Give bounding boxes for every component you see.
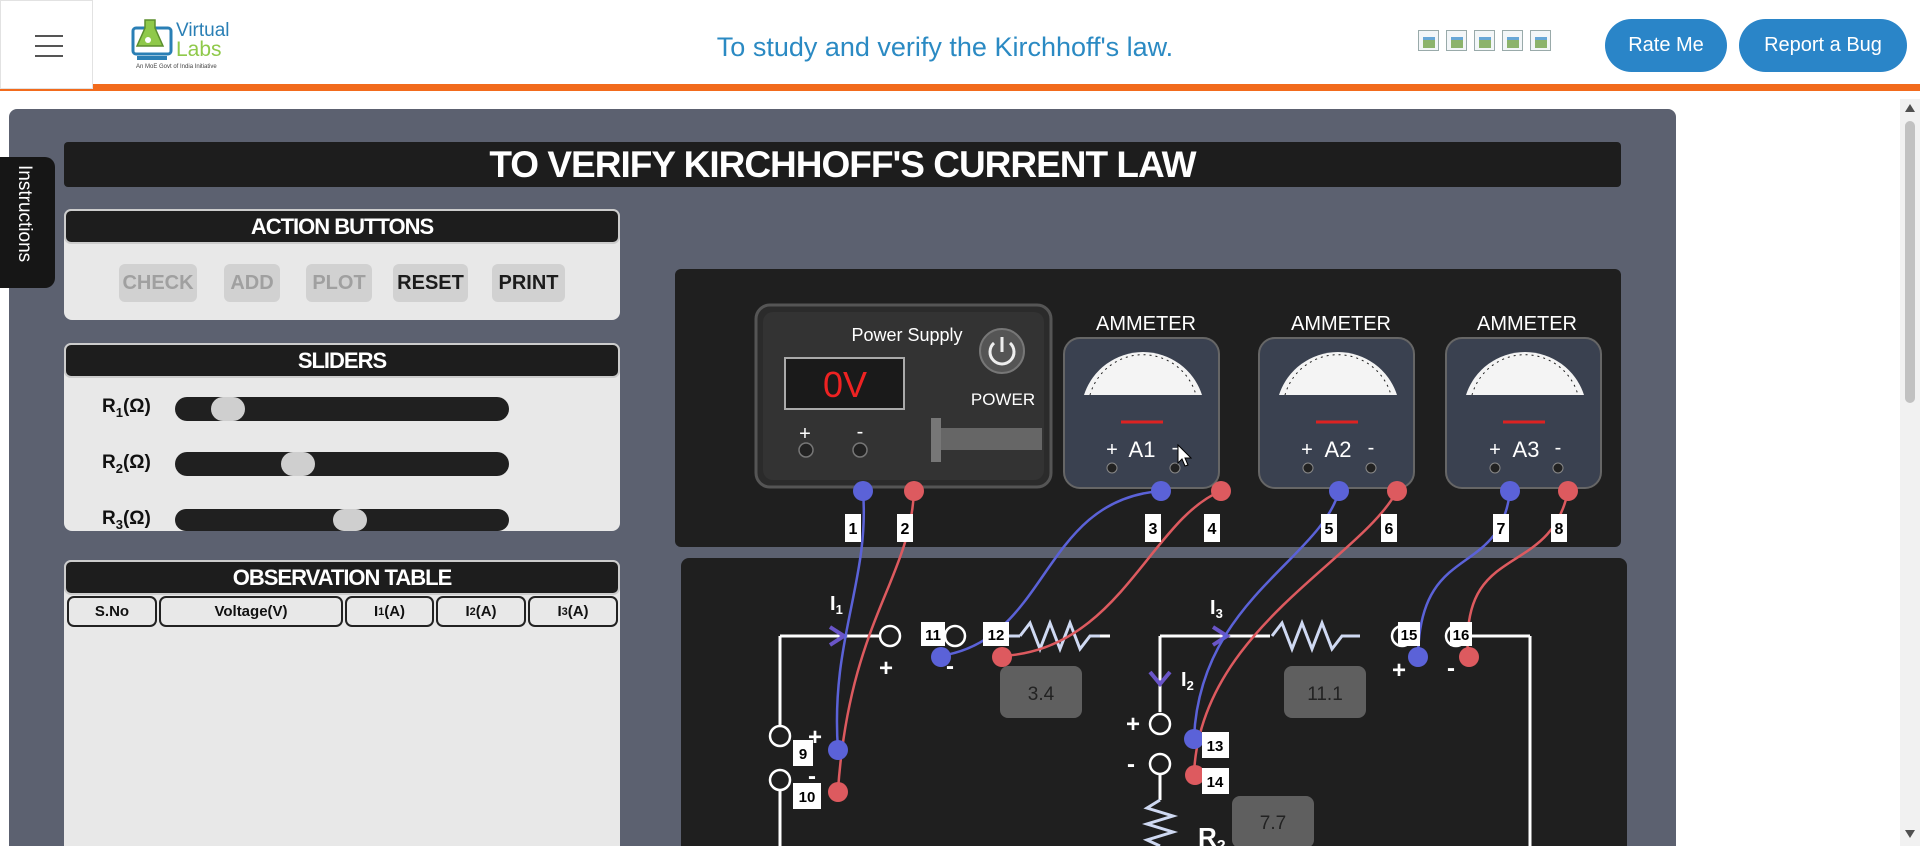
ammeter-a2: AMMETER A2 + - — [1258, 313, 1415, 489]
terminal-15-dot[interactable] — [1408, 647, 1428, 667]
terminal-13-dot[interactable] — [1184, 729, 1204, 749]
ammeter-a1-plus: + — [1106, 439, 1118, 461]
svg-text:3: 3 — [1149, 521, 1158, 538]
ammeter-a3-title: AMMETER — [1477, 313, 1577, 335]
resistor-r2 — [1141, 798, 1179, 846]
ammeter-a1: AMMETER A1 + - — [1063, 313, 1220, 489]
power-supply: Power Supply 0V POWER + - — [754, 303, 1053, 489]
svg-text:15: 15 — [1401, 627, 1418, 644]
ammeter-a1-title: AMMETER — [1096, 313, 1196, 335]
circuit-node — [943, 624, 967, 648]
psu-minus-sign: - — [857, 421, 864, 443]
svg-text:+: + — [879, 655, 893, 682]
circuit-node — [1148, 752, 1172, 776]
r1-value: 3.4 — [1028, 684, 1055, 705]
ammeter-a3-name: A3 — [1513, 437, 1540, 462]
svg-text:R2: R2 — [1198, 822, 1226, 846]
svg-text:11: 11 — [925, 627, 941, 644]
svg-text:4: 4 — [1208, 521, 1217, 538]
terminal-12-dot[interactable] — [992, 647, 1012, 667]
terminal-16-dot[interactable] — [1459, 647, 1479, 667]
terminal-8-dot[interactable] — [1558, 481, 1578, 501]
terminal-2-dot[interactable] — [904, 481, 924, 501]
terminal-1-dot[interactable] — [853, 481, 873, 501]
terminal-4-dot[interactable] — [1211, 481, 1231, 501]
svg-text:6: 6 — [1385, 521, 1394, 538]
svg-text:-: - — [1447, 655, 1455, 682]
svg-text:2: 2 — [901, 521, 910, 538]
svg-text:I3: I3 — [1210, 597, 1223, 621]
circuit-node — [768, 724, 792, 748]
svg-text:7: 7 — [1497, 521, 1506, 538]
ammeter-a2-title: AMMETER — [1291, 313, 1391, 335]
ammeter-a2-minus: - — [1368, 437, 1375, 459]
svg-text:12: 12 — [988, 627, 1005, 644]
svg-text:+: + — [1126, 711, 1140, 738]
circuit-drawing: Power Supply 0V POWER + - AMMETER A1 + - — [754, 303, 1602, 846]
psu-plus-sign: + — [799, 423, 811, 445]
terminal-7-dot[interactable] — [1500, 481, 1520, 501]
ammeter-a2-name: A2 — [1325, 437, 1352, 462]
resistor-r1 — [1018, 618, 1100, 654]
terminal-3-dot[interactable] — [1151, 481, 1171, 501]
r3-value: 11.1 — [1307, 684, 1343, 705]
terminal-9-dot[interactable] — [828, 740, 848, 760]
scroll-down-icon[interactable] — [1905, 830, 1915, 838]
power-display: 0V — [823, 364, 867, 405]
scroll-up-icon[interactable] — [1905, 104, 1915, 112]
svg-text:16: 16 — [1453, 627, 1470, 644]
svg-text:8: 8 — [1555, 521, 1564, 538]
app-root: Virtual Labs An MoE Govt of India Initia… — [0, 0, 1920, 846]
svg-text:5: 5 — [1325, 521, 1334, 538]
voltage-knob-slider[interactable] — [935, 428, 1042, 450]
r2-value: 7.7 — [1260, 813, 1286, 834]
svg-text:9: 9 — [799, 746, 807, 763]
circuit-node — [1148, 712, 1172, 736]
svg-text:I1: I1 — [830, 593, 843, 617]
terminal-tags-top: 1 2 3 4 5 6 7 8 — [845, 514, 1567, 542]
terminal-5-dot[interactable] — [1329, 481, 1349, 501]
ammeter-a3-minus: - — [1555, 437, 1562, 459]
power-label: POWER — [971, 390, 1035, 409]
svg-text:+: + — [1392, 657, 1406, 684]
svg-text:-: - — [1127, 751, 1135, 778]
power-supply-label: Power Supply — [851, 325, 962, 345]
ammeter-a1-minus: - — [1172, 437, 1179, 459]
svg-text:I2: I2 — [1181, 669, 1194, 693]
terminal-11-dot[interactable] — [931, 647, 951, 667]
svg-text:10: 10 — [799, 789, 816, 806]
resistor-r3 — [1270, 618, 1360, 654]
ammeter-a3-plus: + — [1489, 439, 1501, 461]
svg-text:14: 14 — [1207, 774, 1224, 791]
circuit-node — [768, 768, 792, 792]
terminal-10-dot[interactable] — [828, 782, 848, 802]
ammeter-a3: AMMETER A3 + - — [1445, 313, 1602, 489]
svg-text:13: 13 — [1207, 738, 1224, 755]
ammeter-a2-plus: + — [1301, 439, 1313, 461]
svg-text:1: 1 — [849, 521, 858, 538]
scrollbar-thumb[interactable] — [1905, 121, 1915, 403]
ammeter-a1-name: A1 — [1129, 437, 1156, 462]
terminal-6-dot[interactable] — [1387, 481, 1407, 501]
circuit-node — [878, 624, 902, 648]
